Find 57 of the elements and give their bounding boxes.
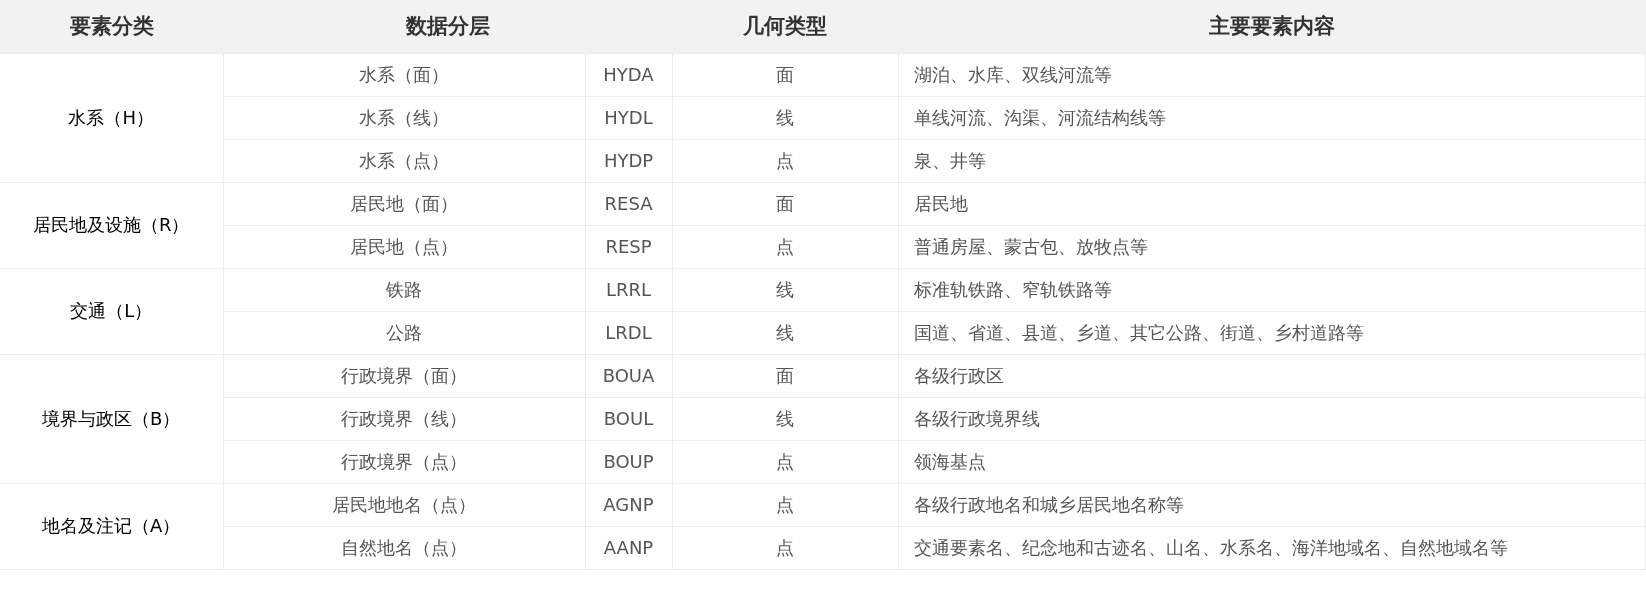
table-cell: 线 <box>672 397 898 440</box>
table-cell: 公路 <box>223 311 585 354</box>
column-header: 主要要素内容 <box>898 0 1646 53</box>
table-cell: 点 <box>672 526 898 569</box>
table-cell: 各级行政境界线 <box>898 397 1646 440</box>
table-cell: 各级行政区 <box>898 354 1646 397</box>
table-cell: 泉、井等 <box>898 139 1646 182</box>
table-cell: AANP <box>585 526 672 569</box>
table-cell: 领海基点 <box>898 440 1646 483</box>
table-cell: 地名及注记（A） <box>0 483 223 569</box>
table-cell: 交通要素名、纪念地和古迹名、山名、水系名、海洋地域名、自然地域名等 <box>898 526 1646 569</box>
table-cell: 面 <box>672 354 898 397</box>
table-cell: 居民地（点） <box>223 225 585 268</box>
table-cell: 居民地（面） <box>223 182 585 225</box>
table-cell: 自然地名（点） <box>223 526 585 569</box>
table-cell: HYDL <box>585 96 672 139</box>
table-cell: 点 <box>672 225 898 268</box>
table-cell: BOUP <box>585 440 672 483</box>
table-cell: RESP <box>585 225 672 268</box>
column-header: 数据分层 <box>223 0 672 53</box>
table-cell: 水系（线） <box>223 96 585 139</box>
table-cell: 居民地及设施（R） <box>0 182 223 268</box>
table-cell: BOUL <box>585 397 672 440</box>
column-header: 要素分类 <box>0 0 223 53</box>
table-cell: 湖泊、水库、双线河流等 <box>898 53 1646 96</box>
table-cell: 行政境界（点） <box>223 440 585 483</box>
table-cell: LRRL <box>585 268 672 311</box>
table-cell: 标准轨铁路、窄轨铁路等 <box>898 268 1646 311</box>
table-cell: 点 <box>672 483 898 526</box>
table-cell: 行政境界（线） <box>223 397 585 440</box>
table-cell: 普通房屋、蒙古包、放牧点等 <box>898 225 1646 268</box>
table-cell: HYDP <box>585 139 672 182</box>
table-cell: 线 <box>672 268 898 311</box>
table-cell: RESA <box>585 182 672 225</box>
table-cell: 面 <box>672 182 898 225</box>
column-header: 几何类型 <box>672 0 898 53</box>
table-cell: LRDL <box>585 311 672 354</box>
table-cell: 交通（L） <box>0 268 223 354</box>
table-cell: BOUA <box>585 354 672 397</box>
table-cell: 线 <box>672 311 898 354</box>
table-cell: 各级行政地名和城乡居民地名称等 <box>898 483 1646 526</box>
table-cell: 居民地地名（点） <box>223 483 585 526</box>
table-cell: 面 <box>672 53 898 96</box>
table-cell: 居民地 <box>898 182 1646 225</box>
table-cell: 线 <box>672 96 898 139</box>
table-cell: 点 <box>672 440 898 483</box>
table-cell: 单线河流、沟渠、河流结构线等 <box>898 96 1646 139</box>
table-cell: 水系（H） <box>0 53 223 182</box>
table-cell: HYDA <box>585 53 672 96</box>
table-cell: 水系（点） <box>223 139 585 182</box>
table-cell: 水系（面） <box>223 53 585 96</box>
table-cell: 国道、省道、县道、乡道、其它公路、街道、乡村道路等 <box>898 311 1646 354</box>
table-cell: 行政境界（面） <box>223 354 585 397</box>
table-cell: AGNP <box>585 483 672 526</box>
table-cell: 铁路 <box>223 268 585 311</box>
table-cell: 点 <box>672 139 898 182</box>
table-cell: 境界与政区（B） <box>0 354 223 483</box>
